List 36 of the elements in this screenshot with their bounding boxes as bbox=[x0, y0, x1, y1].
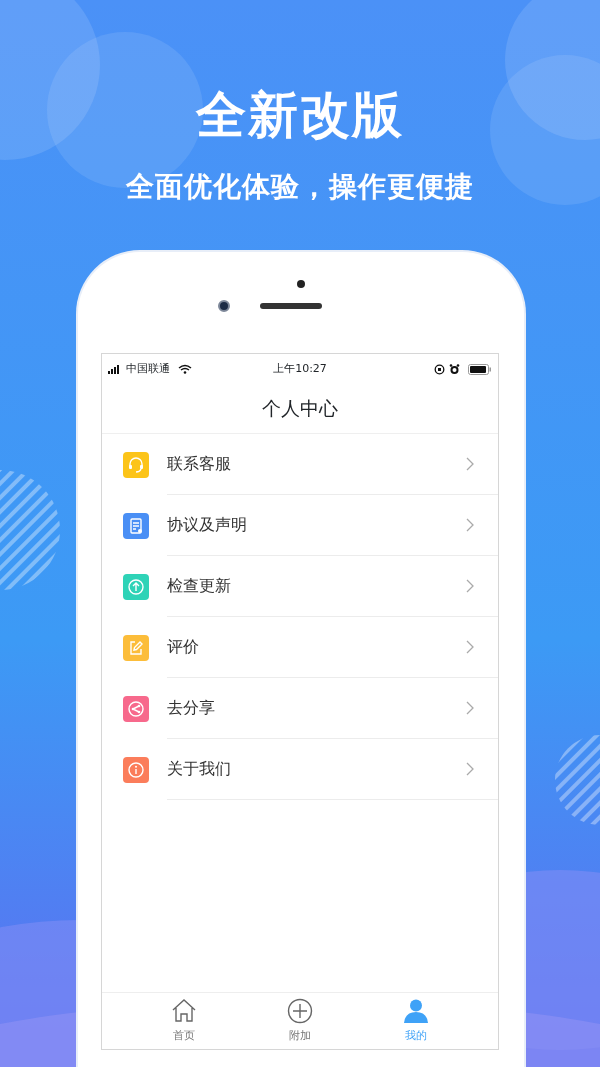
tab[interactable]: 附加 bbox=[260, 997, 340, 1045]
add-icon bbox=[287, 997, 313, 1024]
alarm-icon bbox=[449, 363, 460, 375]
status-time: 上午10:27 bbox=[273, 360, 327, 377]
person-icon bbox=[403, 997, 429, 1024]
menu-item[interactable]: 评价 bbox=[102, 617, 498, 678]
signal-icon bbox=[108, 364, 122, 374]
menu-item[interactable]: 检查更新 bbox=[102, 556, 498, 617]
rotation-lock-icon bbox=[434, 363, 445, 375]
page-title: 个人中心 bbox=[262, 396, 338, 422]
chevron-icon bbox=[466, 762, 474, 776]
menu-label: 关于我们 bbox=[167, 758, 231, 780]
wifi-icon bbox=[178, 364, 192, 374]
chevron-icon bbox=[466, 640, 474, 654]
home-icon bbox=[171, 997, 197, 1024]
chevron-icon bbox=[466, 579, 474, 593]
headline: 全新改版 bbox=[196, 90, 404, 140]
carrier-name: 中国联通 bbox=[126, 360, 170, 377]
battery-icon bbox=[468, 363, 492, 375]
chevron-icon bbox=[466, 701, 474, 715]
sensor-icon bbox=[297, 280, 305, 288]
chevron-icon bbox=[466, 518, 474, 532]
menu-item[interactable]: 协议及声明 bbox=[102, 495, 498, 556]
menu-label: 检查更新 bbox=[167, 575, 231, 597]
tab[interactable]: 首页 bbox=[144, 997, 224, 1045]
menu-label: 协议及声明 bbox=[167, 514, 247, 536]
chevron-icon bbox=[466, 457, 474, 471]
camera-icon bbox=[218, 300, 230, 312]
menu-item[interactable]: 去分享 bbox=[102, 678, 498, 739]
menu-label: 去分享 bbox=[167, 697, 215, 719]
subtitle: 全面优化体验，操作更便捷 bbox=[126, 169, 474, 205]
speaker-grille bbox=[260, 303, 322, 309]
menu-label: 评价 bbox=[167, 636, 199, 658]
menu-item[interactable]: 联系客服 bbox=[102, 434, 498, 495]
menu-label: 联系客服 bbox=[167, 453, 231, 475]
menu-item[interactable]: 关于我们 bbox=[102, 739, 498, 800]
